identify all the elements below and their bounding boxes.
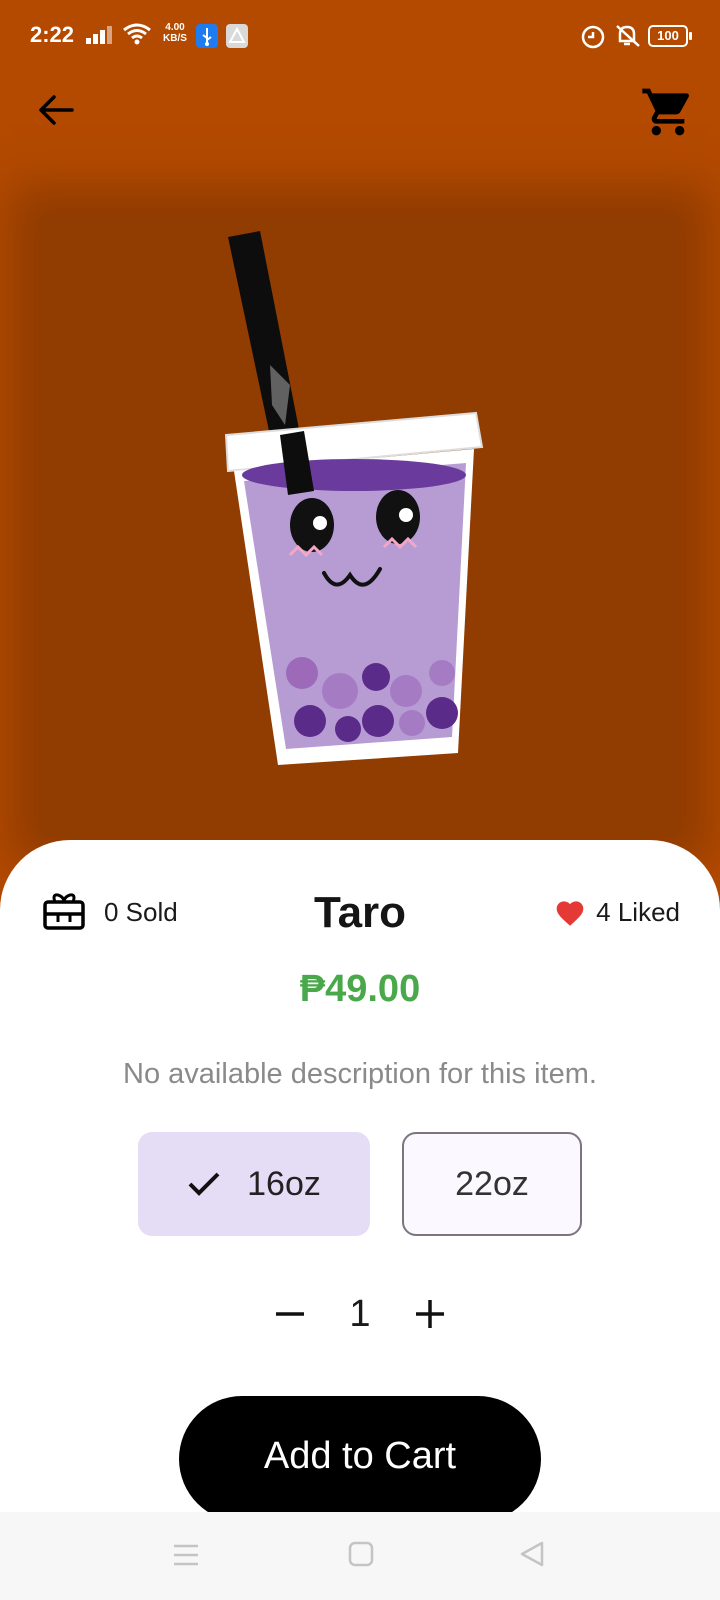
check-icon (188, 1172, 220, 1196)
plus-icon[interactable] (410, 1294, 450, 1334)
quantity-value: 1 (349, 1292, 371, 1335)
net-speed-value: 4.00 (165, 22, 185, 33)
usb-icon (196, 24, 218, 48)
quantity-stepper: 1 (0, 1284, 720, 1344)
signal-icon (86, 26, 112, 44)
heart-icon (556, 901, 584, 926)
cart-button[interactable] (640, 84, 696, 140)
back-arrow-icon (39, 95, 74, 125)
minus-icon[interactable] (270, 1294, 310, 1334)
system-navigation-bar (0, 1512, 720, 1600)
status-time: 2:22 (30, 22, 75, 47)
like-button[interactable]: 4 Liked (554, 892, 680, 932)
back-button[interactable] (34, 88, 78, 132)
size-option-22oz[interactable]: 22oz (402, 1132, 582, 1236)
recent-apps-icon[interactable] (172, 1542, 200, 1568)
product-description: No available description for this item. (123, 1058, 597, 1090)
liked-label: 4 Liked (596, 896, 680, 927)
size-option-label: 16oz (247, 1164, 321, 1203)
alarm-icon (581, 25, 605, 49)
cart-icon (642, 88, 690, 136)
net-speed-indicator: 4.00 KB/S (160, 22, 190, 44)
status-bar: 2:22 4.00 KB/S 100 (0, 0, 720, 72)
nav-back-icon[interactable] (518, 1540, 546, 1568)
size-option-label: 22oz (455, 1164, 529, 1203)
battery-icon: 100 (648, 25, 692, 47)
wifi-icon (123, 23, 151, 45)
size-option-16oz[interactable]: 16oz (138, 1132, 370, 1236)
product-price: ₱49.00 (299, 968, 421, 1010)
taro-milk-tea-illustration (224, 231, 484, 765)
home-icon[interactable] (348, 1540, 374, 1568)
mute-icon (616, 25, 640, 47)
add-to-cart-button[interactable]: Add to Cart (179, 1396, 541, 1522)
app-icon (226, 24, 248, 48)
net-speed-unit: KB/S (163, 33, 187, 44)
